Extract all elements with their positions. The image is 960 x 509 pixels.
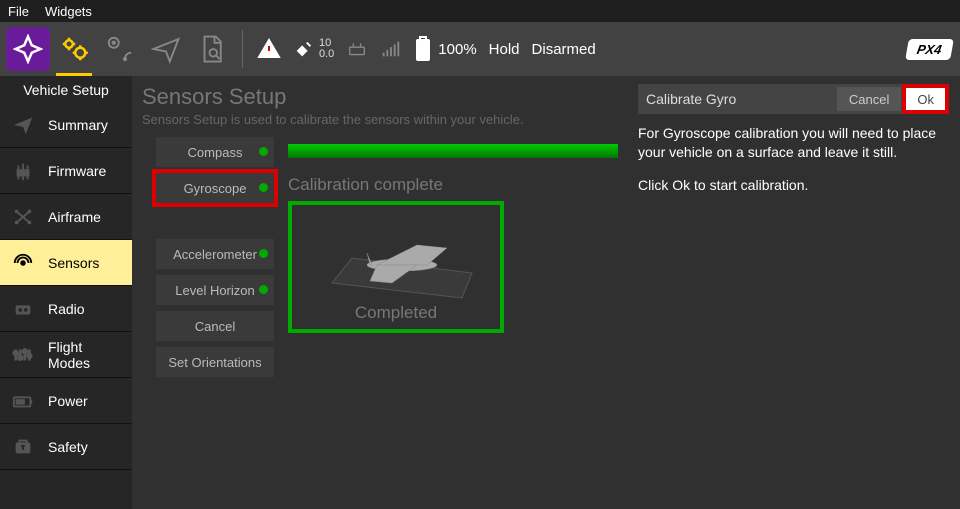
warning-icon: [257, 37, 281, 61]
gyroscope-button[interactable]: Gyroscope: [156, 173, 274, 203]
page-subtitle: Sensors Setup is used to calibrate the s…: [142, 112, 630, 127]
compass-button[interactable]: Compass: [156, 137, 274, 167]
completed-label: Completed: [355, 303, 437, 323]
button-label: Compass: [188, 145, 243, 160]
fly-icon[interactable]: [144, 27, 188, 71]
px4-logo: PX4: [906, 39, 954, 60]
arm-state: Disarmed: [532, 41, 596, 58]
sidebar-title: Vehicle Setup: [0, 76, 132, 102]
sidebar-item-label: Safety: [48, 439, 88, 455]
menu-bar: File Widgets: [0, 0, 960, 22]
telemetry: 100.0 100% Hold Disarmed: [257, 36, 596, 62]
sidebar-item-safety[interactable]: Safety: [0, 424, 132, 470]
calibration-visual: Completed: [288, 201, 504, 333]
level-horizon-button[interactable]: Level Horizon: [156, 275, 274, 305]
sidebar-item-radio[interactable]: Radio: [0, 286, 132, 332]
sidebar-item-label: Sensors: [48, 255, 99, 271]
sidebar-item-label: Flight Modes: [48, 339, 124, 371]
accelerometer-button[interactable]: Accelerometer: [156, 239, 274, 269]
dialog-ok-button[interactable]: Ok: [905, 87, 946, 111]
cancel-button[interactable]: Cancel: [156, 311, 274, 341]
page-title: Sensors Setup: [142, 84, 630, 110]
button-label: Level Horizon: [175, 283, 255, 298]
dialog-header: Calibrate Gyro Cancel Ok: [638, 84, 946, 114]
sidebar-item-summary[interactable]: Summary: [0, 102, 132, 148]
button-label: Set Orientations: [168, 355, 261, 370]
signal-icon: [380, 38, 402, 60]
sidebar-item-label: Firmware: [48, 163, 106, 179]
sidebar-item-label: Airframe: [48, 209, 101, 225]
battery-pct: 100%: [438, 41, 476, 58]
flight-mode: Hold: [489, 41, 520, 58]
sidebar-item-label: Radio: [48, 301, 85, 317]
waypoint-icon[interactable]: [98, 27, 142, 71]
dialog-cancel-button[interactable]: Cancel: [837, 87, 901, 111]
battery-icon: [414, 36, 432, 62]
sidebar-item-label: Summary: [48, 117, 108, 133]
dialog-text-2: Click Ok to start calibration.: [638, 176, 946, 195]
sidebar-item-flightmodes[interactable]: Flight Modes: [0, 332, 132, 378]
calibration-status-label: Calibration complete: [288, 175, 504, 195]
sidebar-item-power[interactable]: Power: [0, 378, 132, 424]
button-label: Cancel: [195, 319, 235, 334]
menu-widgets[interactable]: Widgets: [45, 4, 92, 19]
app-icon[interactable]: [6, 27, 50, 71]
button-label: Accelerometer: [173, 247, 257, 262]
menu-file[interactable]: File: [8, 4, 29, 19]
setup-icon[interactable]: [52, 27, 96, 71]
sidebar-item-sensors[interactable]: Sensors: [0, 240, 132, 286]
satellite-icon: [293, 38, 315, 60]
vehicle-icon: [322, 223, 482, 303]
set-orientations-button[interactable]: Set Orientations: [156, 347, 274, 377]
button-label: Gyroscope: [184, 181, 247, 196]
progress-bar: [288, 144, 618, 158]
main-content: Sensors Setup Sensors Setup is used to c…: [142, 84, 630, 501]
analyze-icon[interactable]: [190, 27, 234, 71]
sidebar-item-firmware[interactable]: Firmware: [0, 148, 132, 194]
rc-icon: [346, 38, 368, 60]
toolbar: 100.0 100% Hold Disarmed PX4: [0, 22, 960, 76]
sidebar-item-label: Power: [48, 393, 88, 409]
sidebar: Vehicle Setup Summary Firmware Airframe …: [0, 76, 132, 509]
sidebar-item-airframe[interactable]: Airframe: [0, 194, 132, 240]
dialog-title: Calibrate Gyro: [646, 91, 837, 107]
dialog-text-1: For Gyroscope calibration you will need …: [638, 124, 946, 162]
dialog-panel: Calibrate Gyro Cancel Ok For Gyroscope c…: [630, 84, 950, 501]
